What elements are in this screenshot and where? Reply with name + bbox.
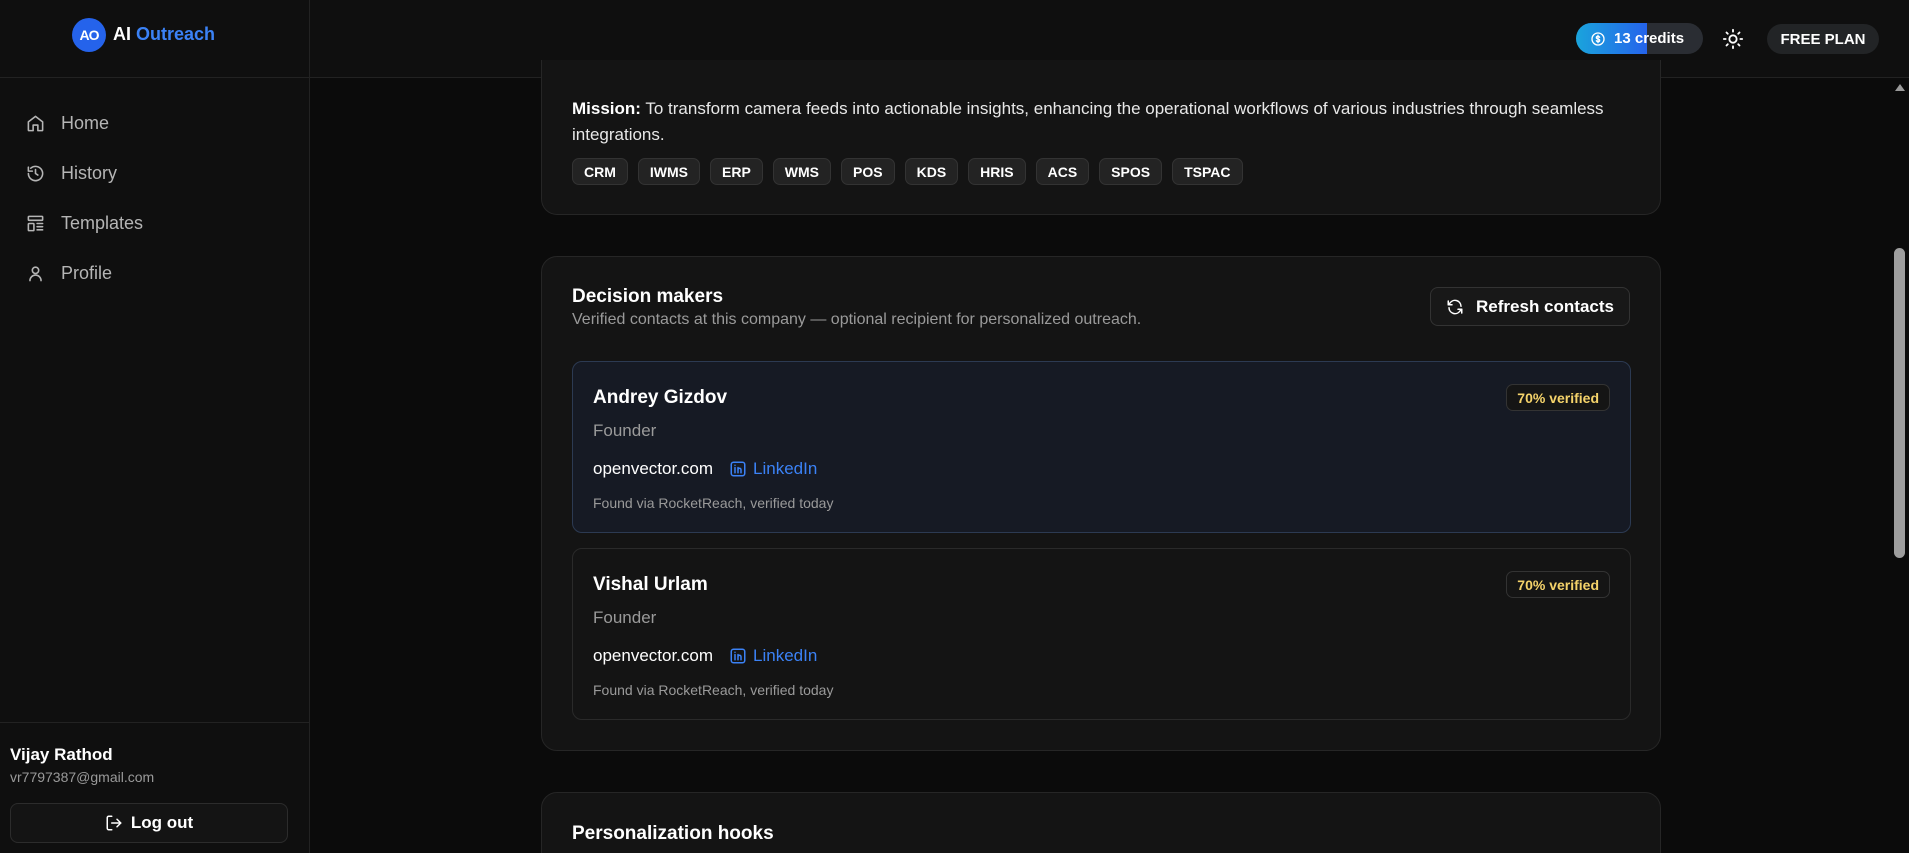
user-icon (29, 265, 42, 281)
contact-card[interactable]: Andrey Gizdov Founder openvector.com Lin… (572, 361, 1631, 533)
tech-tags: CRM IWMS ERP WMS POS KDS HRIS ACS SPOS T… (572, 158, 1243, 185)
user-email: vr7797387@gmail.com (10, 769, 155, 785)
contact-domain: openvector.com (593, 459, 714, 478)
linkedin-link[interactable]: LinkedIn (729, 646, 817, 666)
logout-icon (106, 815, 122, 831)
brand-name-ai: AI (113, 24, 131, 44)
sidebar-item-label: Templates (61, 212, 144, 233)
linkedin-link[interactable]: LinkedIn (729, 459, 817, 479)
mission-body: To transform camera feeds into actionabl… (572, 99, 1604, 144)
brand-name-outreach: Outreach (136, 24, 216, 44)
verified-badge: 70% verified (1506, 384, 1610, 411)
page-scrollbar[interactable] (1890, 78, 1909, 853)
company-mission-card: Mission: To transform camera feeds into … (541, 60, 1661, 215)
scroll-up-arrow-icon[interactable] (1895, 84, 1905, 91)
linkedin-label: LinkedIn (753, 646, 818, 665)
mission-label: Mission: (572, 99, 641, 118)
tech-tag: ACS (1035, 158, 1090, 185)
credits-content: 13 credits (1576, 30, 1684, 47)
contact-card[interactable]: Vishal Urlam Founder openvector.com Link… (572, 548, 1631, 720)
brand-name: AI Outreach (113, 24, 215, 45)
home-icon (27, 115, 44, 131)
section-subtitle: Verified contacts at this company — opti… (572, 311, 1142, 328)
tech-tag: HRIS (968, 158, 1026, 185)
contact-role: Founder (593, 608, 657, 627)
scrollbar-thumb[interactable] (1894, 248, 1905, 558)
tech-tag: IWMS (637, 158, 700, 185)
contact-role: Founder (593, 421, 657, 440)
mission-text: Mission: To transform camera feeds into … (572, 96, 1622, 148)
linkedin-label: LinkedIn (753, 459, 818, 478)
verified-badge: 70% verified (1506, 571, 1610, 598)
templates-icon (27, 215, 44, 231)
history-icon (27, 165, 44, 181)
linkedin-icon (730, 461, 746, 477)
brand-logo: AO (72, 17, 106, 52)
user-name: Vijay Rathod (10, 745, 113, 764)
user-box: Vijay Rathod vr7797387@gmail.com Log out (0, 722, 309, 853)
sidebar-item-label: Home (61, 112, 110, 133)
sidebar-item-profile[interactable]: Profile (0, 248, 309, 298)
refresh-icon (1447, 299, 1463, 314)
logout-label: Log out (130, 813, 194, 832)
sun-icon[interactable] (1722, 28, 1744, 50)
sidebar-nav: Home History Templates Profile (0, 78, 309, 298)
contact-links: openvector.com LinkedIn (593, 459, 817, 479)
section-title: Decision makers (572, 286, 724, 307)
contact-name: Andrey Gizdov (593, 387, 728, 408)
tech-tag: TSPAC (1172, 158, 1243, 185)
sidebar-item-label: Profile (61, 262, 113, 283)
tech-tag: ERP (710, 158, 763, 185)
plan-badge[interactable]: FREE PLAN (1767, 24, 1879, 54)
contact-links: openvector.com LinkedIn (593, 646, 817, 666)
tech-tag: KDS (904, 158, 959, 185)
tech-tag: POS (841, 158, 895, 185)
logout-button[interactable]: Log out (10, 803, 288, 843)
decision-makers-card: Decision makers Verified contacts at thi… (541, 256, 1661, 751)
refresh-label: Refresh contacts (1476, 296, 1614, 316)
tech-tag: SPOS (1099, 158, 1163, 185)
contact-source: Found via RocketReach, verified today (593, 682, 834, 698)
contact-domain: openvector.com (593, 646, 714, 665)
section-title: Personalization hooks (572, 823, 774, 844)
refresh-contacts-button[interactable]: Refresh contacts (1430, 287, 1630, 326)
tech-tag: WMS (772, 158, 832, 185)
sidebar-item-label: History (61, 162, 118, 183)
sidebar-item-home[interactable]: Home (0, 98, 309, 148)
coin-icon (1591, 31, 1605, 46)
credits-label: 13 credits (1614, 30, 1685, 47)
credits-pill[interactable]: 13 credits (1576, 23, 1703, 54)
linkedin-icon (730, 648, 746, 664)
contact-name: Vishal Urlam (593, 574, 708, 595)
sidebar-item-templates[interactable]: Templates (0, 198, 309, 248)
contact-source: Found via RocketReach, verified today (593, 495, 834, 511)
sidebar: AO AI Outreach Home History Templates Pr… (0, 0, 310, 853)
tech-tag: CRM (572, 158, 628, 185)
personalization-hooks-card: Personalization hooks (541, 792, 1661, 853)
sidebar-item-history[interactable]: History (0, 148, 309, 198)
brand[interactable]: AO AI Outreach (0, 0, 309, 78)
app-root: AO AI Outreach Home History Templates Pr… (0, 0, 1909, 853)
